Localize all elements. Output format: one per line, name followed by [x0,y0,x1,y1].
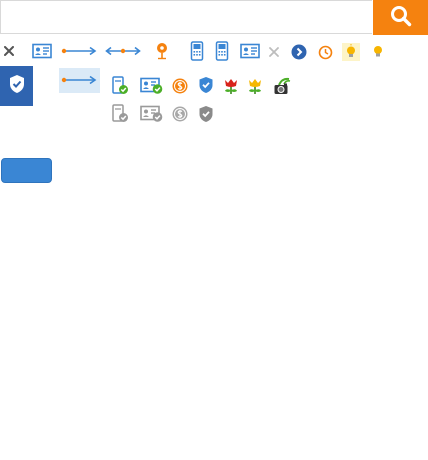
chevron-circle-right-icon[interactable] [291,44,307,60]
arrow-both-icon [105,45,141,57]
id-card-icon [240,43,260,59]
close-icon[interactable] [4,46,14,56]
action-button[interactable] [1,158,52,183]
location-pin-icon [155,42,169,60]
id-card-icon [32,43,52,59]
lightbulb-icon [371,44,385,60]
coin-icon [172,106,188,122]
flower-icon [222,77,240,95]
search-button[interactable] [373,0,428,35]
side-tab[interactable] [0,66,33,106]
search-input[interactable] [0,0,372,34]
clock-icon [318,45,333,60]
flower-icon [246,77,264,95]
search-bar [0,0,428,36]
phone-icon [190,41,204,61]
arrow-right-icon[interactable] [61,74,97,86]
shield-check-icon [198,105,214,123]
coin-icon [172,78,188,94]
phone-verified-icon [111,76,129,96]
arrow-right-icon [61,45,97,57]
phone-icon [215,41,229,61]
id-card-verified-icon [140,77,164,95]
phone-verified-icon [111,104,129,124]
lightbulb-icon [342,43,360,61]
close-icon[interactable] [269,47,279,57]
search-icon [390,5,412,30]
shield-check-icon [8,74,26,99]
id-card-verified-icon [140,105,164,123]
camera-icon [273,76,293,96]
shield-check-icon [198,76,214,94]
